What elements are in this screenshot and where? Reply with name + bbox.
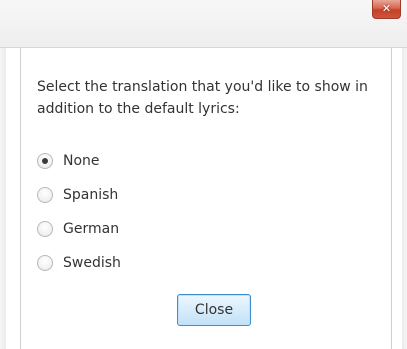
dialog-content: Select the translation that you'd like t… — [20, 48, 392, 349]
close-button[interactable]: Close — [177, 294, 251, 326]
dialog-prompt: Select the translation that you'd like t… — [37, 79, 368, 117]
option-german[interactable]: German — [37, 212, 121, 246]
option-label-german: German — [63, 221, 120, 237]
option-none[interactable]: None — [37, 144, 121, 178]
window-frame-right — [402, 0, 407, 349]
window-frame-left — [0, 0, 6, 349]
option-label-none: None — [63, 153, 100, 169]
radio-german[interactable] — [37, 221, 53, 237]
option-swedish[interactable]: Swedish — [37, 246, 121, 280]
option-spanish[interactable]: Spanish — [37, 178, 121, 212]
radio-spanish[interactable] — [37, 187, 53, 203]
window-close-button[interactable]: ✕ — [372, 0, 401, 19]
window-titlebar[interactable]: ✕ — [0, 0, 407, 48]
translation-options: None Spanish German Swedish — [37, 144, 121, 280]
option-label-spanish: Spanish — [63, 187, 119, 203]
close-icon: ✕ — [381, 2, 392, 15]
radio-swedish[interactable] — [37, 255, 53, 271]
option-label-swedish: Swedish — [63, 255, 121, 271]
radio-none[interactable] — [37, 153, 53, 169]
translation-dialog-window: ✕ Select the translation that you'd like… — [0, 0, 407, 349]
